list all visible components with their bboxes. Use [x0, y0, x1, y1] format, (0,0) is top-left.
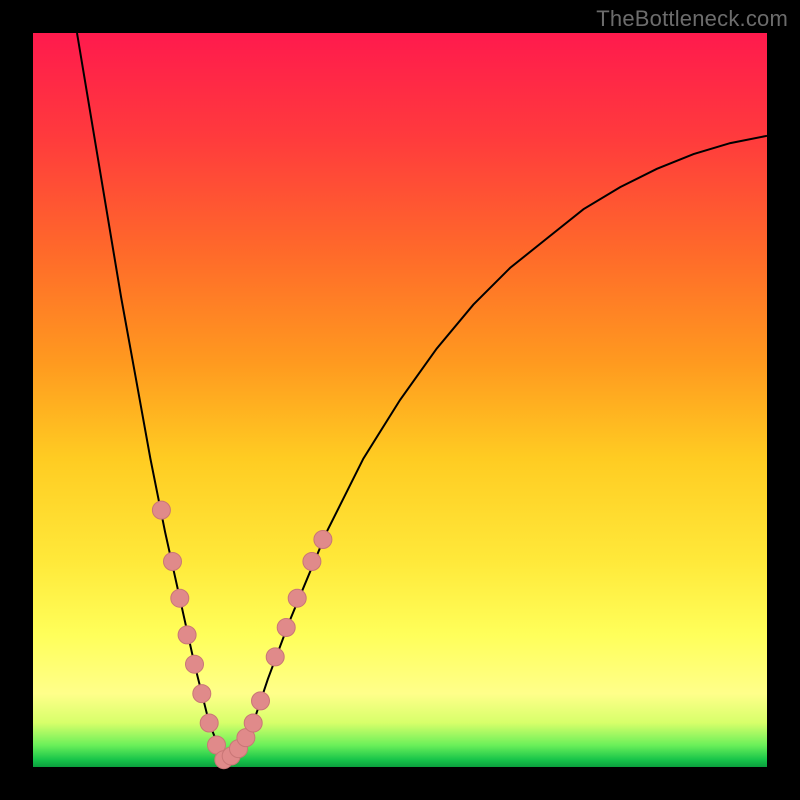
bottleneck-curve — [77, 33, 767, 760]
marker-group — [152, 501, 332, 769]
curve-marker — [171, 589, 189, 607]
curve-marker — [244, 714, 262, 732]
curve-marker — [152, 501, 170, 519]
curve-marker — [266, 648, 284, 666]
chart-frame: TheBottleneck.com — [0, 0, 800, 800]
curve-marker — [193, 685, 211, 703]
curve-marker — [186, 655, 204, 673]
curve-marker — [164, 553, 182, 571]
curve-marker — [252, 692, 270, 710]
curve-marker — [178, 626, 196, 644]
curve-marker — [314, 531, 332, 549]
plot-area — [33, 33, 767, 767]
curve-marker — [277, 619, 295, 637]
watermark-text: TheBottleneck.com — [596, 6, 788, 32]
curve-marker — [303, 553, 321, 571]
curve-svg — [33, 33, 767, 767]
curve-marker — [200, 714, 218, 732]
curve-marker — [288, 589, 306, 607]
